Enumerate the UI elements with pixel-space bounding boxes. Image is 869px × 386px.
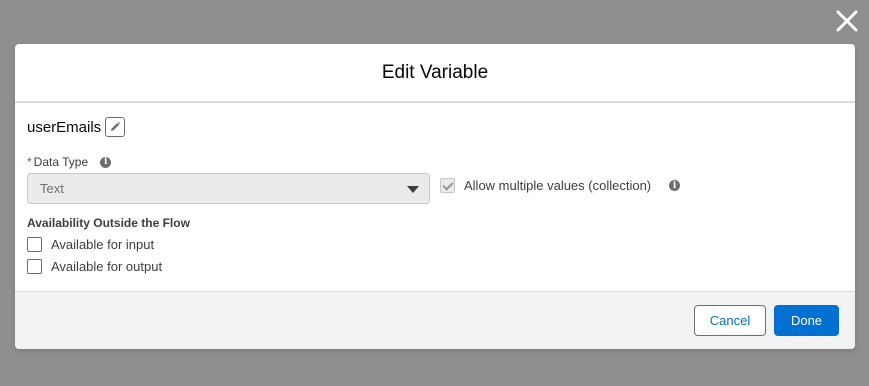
edit-name-button[interactable] (105, 117, 126, 137)
data-type-label-text: Data Type (33, 155, 89, 169)
variable-name: userEmails (27, 118, 102, 136)
available-input-label: Available for input (51, 237, 155, 252)
allow-multiple-checkbox[interactable] (440, 178, 455, 193)
modal-header: Edit Variable (15, 44, 855, 103)
allow-multiple-row: Allow multiple values (collection) i (440, 178, 681, 193)
modal-footer: Cancel Done (15, 291, 855, 349)
modal-body: userEmails * Data Type i Text Allow mult… (15, 103, 855, 291)
variable-name-row: userEmails (27, 117, 126, 137)
available-output-checkbox[interactable] (27, 259, 42, 274)
cancel-button[interactable]: Cancel (694, 305, 766, 336)
available-input-row: Available for input (27, 237, 154, 252)
allow-multiple-label: Allow multiple values (collection) (464, 178, 652, 193)
close-icon[interactable] (834, 8, 860, 34)
data-type-value: Text (40, 181, 64, 196)
availability-heading: Availability Outside the Flow (27, 216, 190, 230)
data-type-select[interactable]: Text (27, 173, 430, 204)
modal-title: Edit Variable (381, 61, 489, 83)
required-marker: * (27, 155, 32, 169)
chevron-down-icon (407, 186, 419, 193)
info-icon[interactable]: i (669, 180, 681, 191)
info-icon[interactable]: i (100, 156, 112, 168)
available-output-label: Available for output (51, 259, 163, 274)
done-button[interactable]: Done (774, 305, 839, 336)
pencil-icon (111, 121, 121, 131)
data-type-label: * Data Type i (27, 155, 112, 169)
available-input-checkbox[interactable] (27, 237, 42, 252)
available-output-row: Available for output (27, 259, 162, 274)
edit-variable-modal: Edit Variable userEmails * Data Type i T… (15, 44, 855, 349)
